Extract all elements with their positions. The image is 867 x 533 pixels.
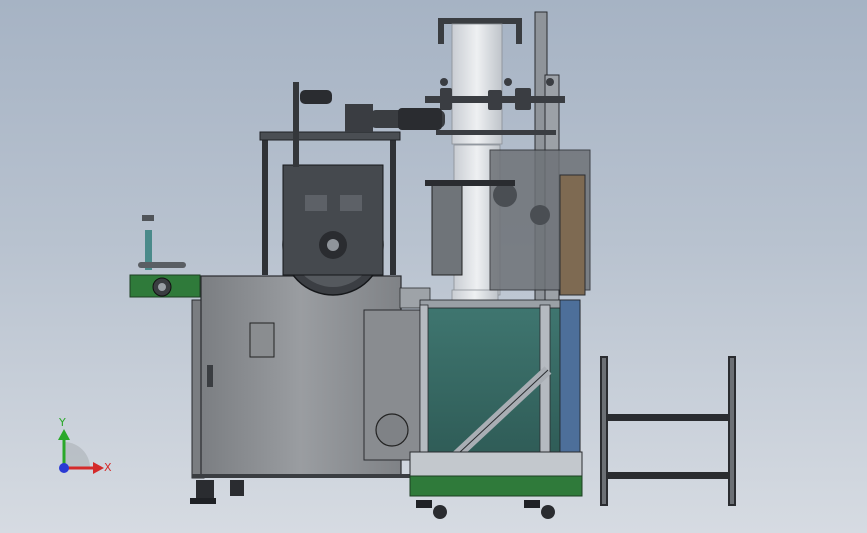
y-axis-label: Y [58,416,66,429]
main-cabinet [190,275,431,504]
x-axis-label: X [104,461,112,474]
forming-column [425,149,591,296]
feed-bracket [129,215,201,298]
cad-viewport[interactable]: X Y [0,0,867,533]
sealing-head [259,82,445,296]
lower-frame [409,299,583,519]
machine-assembly[interactable] [129,11,736,519]
side-rack [600,356,736,506]
z-axis [59,463,69,473]
coordinate-triad-icon: X Y [58,416,112,474]
